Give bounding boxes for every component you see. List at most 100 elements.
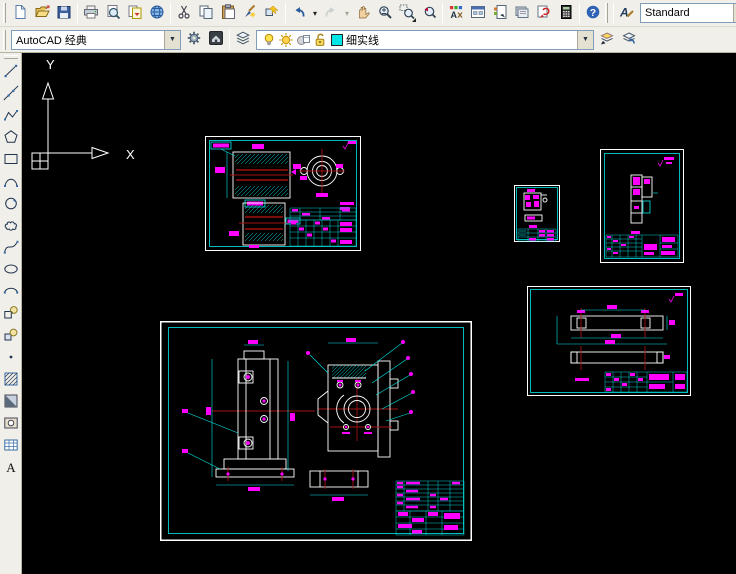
toolbar-grip[interactable] (605, 3, 608, 23)
plot-preview-button[interactable] (102, 2, 124, 24)
drawing-sheet-2[interactable] (514, 185, 560, 242)
sheet4-top-view (556, 305, 675, 345)
pan-button[interactable] (352, 2, 374, 24)
bulb-icon (261, 32, 277, 48)
publish-web-button[interactable] (146, 2, 168, 24)
copy-button[interactable] (195, 2, 217, 24)
help-button[interactable]: ? (582, 2, 604, 24)
my-workspace-button[interactable] (205, 29, 227, 51)
zoom-realtime-icon (377, 4, 393, 23)
undo-flyout-button[interactable]: ▾ (310, 2, 320, 24)
markup-set-manager-icon (536, 4, 552, 23)
plot-button[interactable] (80, 2, 102, 24)
drawing-sheet-5[interactable] (160, 321, 472, 541)
ucs-origin-box (31, 152, 49, 170)
toolbar-separator (170, 3, 171, 23)
revision-cloud-button[interactable] (1, 215, 21, 237)
designcenter-button[interactable] (467, 2, 489, 24)
toolbar-grip[interactable] (3, 55, 18, 59)
circle-button[interactable] (1, 193, 21, 215)
drawing-sheet-1[interactable] (205, 136, 361, 251)
toolbar-separator (285, 3, 286, 23)
quickcalc-button[interactable] (555, 2, 577, 24)
insert-block-button[interactable] (1, 303, 21, 325)
text-style-icon: A (619, 4, 635, 23)
point-button[interactable] (1, 347, 21, 369)
drawing-sheet-3[interactable] (600, 149, 684, 263)
make-block-button[interactable] (1, 325, 21, 347)
block-editor-button[interactable] (261, 2, 283, 24)
tool-palettes-button[interactable] (489, 2, 511, 24)
workspace-settings-button[interactable] (183, 29, 205, 51)
markup-set-manager-button[interactable] (533, 2, 555, 24)
quickcalc-icon (558, 4, 574, 23)
workspace-combo-dropdown-arrow-icon[interactable]: ▼ (164, 30, 180, 49)
layer-previous-button[interactable] (618, 29, 640, 51)
qnew-button[interactable] (9, 2, 31, 24)
sheet-set-manager-button[interactable] (511, 2, 533, 24)
open-button[interactable] (31, 2, 53, 24)
layer-properties-button[interactable] (232, 29, 254, 51)
sheet1-bottom-view (229, 202, 301, 248)
sheet5-right-view (306, 338, 415, 501)
svg-text:A: A (619, 5, 629, 19)
rectangle-button[interactable] (1, 149, 21, 171)
save-button[interactable] (53, 2, 75, 24)
line-button[interactable] (1, 61, 21, 83)
region-button[interactable] (1, 413, 21, 435)
multiline-text-button[interactable]: A (1, 457, 21, 479)
insert-block-icon (3, 305, 19, 324)
help-icon: ? (585, 4, 601, 23)
undo-button[interactable] (288, 2, 310, 24)
hatch-button[interactable] (1, 369, 21, 391)
redo-flyout-button[interactable]: ▾ (342, 2, 352, 24)
paste-button[interactable] (217, 2, 239, 24)
text-style-combo[interactable]: Standard▼ (640, 3, 736, 23)
sheet5-bom-table (395, 480, 465, 512)
polyline-button[interactable] (1, 105, 21, 127)
ellipse-arc-button[interactable] (1, 281, 21, 303)
cut-button[interactable] (173, 2, 195, 24)
construction-line-button[interactable] (1, 83, 21, 105)
properties-icon: A (448, 4, 464, 23)
sheet-set-manager-icon (514, 4, 530, 23)
my-workspace-icon (208, 30, 224, 49)
open-icon (34, 4, 50, 23)
text-style-button[interactable]: A (616, 2, 638, 24)
zoom-realtime-button[interactable] (374, 2, 396, 24)
redo-button[interactable] (320, 2, 342, 24)
gradient-icon (3, 393, 19, 412)
undo-icon (291, 4, 307, 23)
drawing-canvas[interactable]: Y X (22, 53, 736, 574)
save-icon (56, 4, 72, 23)
workspace-combo[interactable]: AutoCAD 经典 ▼ (11, 29, 181, 50)
ellipse-button[interactable] (1, 259, 21, 281)
spline-button[interactable] (1, 237, 21, 259)
standard-toolbar: ▾ ▾ A? A Standard▼ (0, 0, 736, 27)
properties-button[interactable]: A (445, 2, 467, 24)
polygon-button[interactable] (1, 127, 21, 149)
make-object-layer-current-button[interactable] (596, 29, 618, 51)
copy-icon (198, 4, 214, 23)
block-editor-icon (264, 4, 280, 23)
pan-icon (355, 4, 371, 23)
sheet1-surface-finish-mark (342, 141, 356, 150)
match-properties-button[interactable] (239, 2, 261, 24)
toolbar-grip[interactable] (3, 3, 6, 23)
layer-combo-dropdown-arrow-icon[interactable]: ▼ (577, 30, 593, 49)
zoom-window-icon (399, 4, 415, 23)
gradient-button[interactable] (1, 391, 21, 413)
workspace-settings-icon (186, 30, 202, 49)
redo-icon (323, 4, 339, 23)
publish-web-icon (149, 4, 165, 23)
layer-combo[interactable]: 细实线 ▼ (256, 29, 594, 50)
drawing-sheet-4[interactable] (527, 286, 691, 396)
arc-button[interactable] (1, 171, 21, 193)
ellipse-arc-icon (3, 283, 19, 302)
zoom-window-button[interactable] (396, 2, 418, 24)
toolbar-grip[interactable] (3, 29, 6, 50)
table-button[interactable] (1, 435, 21, 457)
publish-button[interactable] (124, 2, 146, 24)
zoom-previous-button[interactable] (418, 2, 440, 24)
sheet5-left-view (182, 340, 315, 491)
